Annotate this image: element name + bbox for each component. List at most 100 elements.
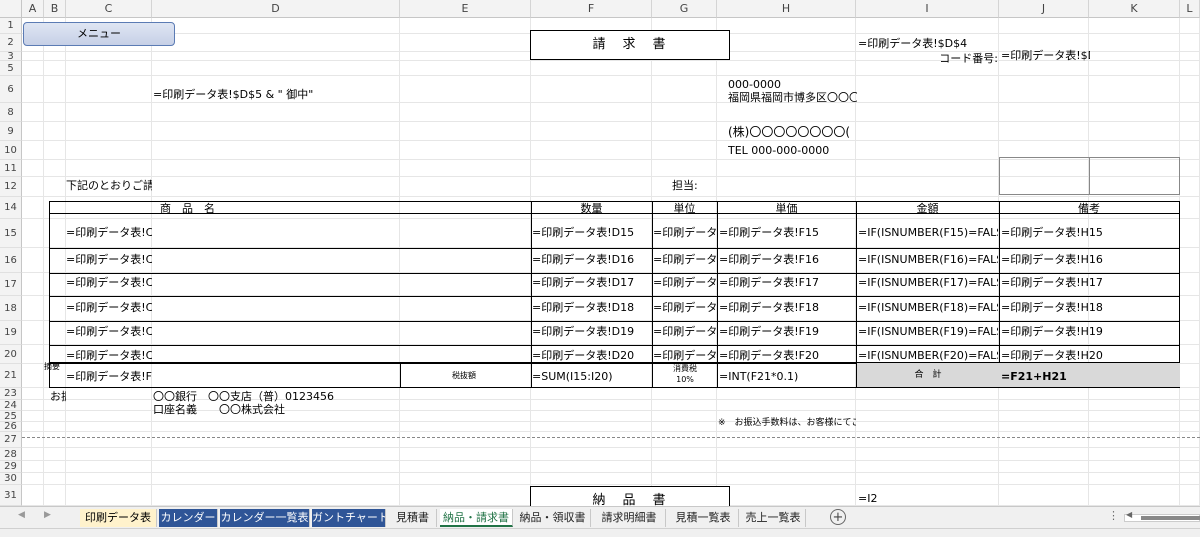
column-header-f[interactable]: F [531,0,652,18]
table-cell-f[interactable]: =印刷データ表!D19 [532,325,651,339]
table-cell-j[interactable]: =印刷データ表!H16 [1001,253,1179,267]
table-cell-j[interactable]: =印刷データ表!H20 [1001,349,1179,363]
cell-i31[interactable]: =I2 [858,492,918,506]
row-header[interactable]: 27 [0,432,22,448]
row-header[interactable]: 16 [0,248,22,273]
row-header[interactable]: 11 [0,160,22,177]
column-header-j[interactable]: J [999,0,1089,18]
table-cell-f[interactable]: =印刷データ表!D18 [532,301,651,315]
row-header[interactable]: 19 [0,321,22,345]
select-all-corner[interactable] [0,0,22,18]
cell-j3[interactable]: =印刷データ表!$D$ [1001,49,1090,63]
table-cell-i[interactable]: =IF(ISNUMBER(F18)=FALSE,"" [858,301,998,315]
table-cell-h[interactable]: =印刷データ表!F15 [719,226,855,240]
sheet-tab[interactable]: 請求明細書 [593,509,666,527]
table-cell-g[interactable]: =印刷データ表! [653,325,716,339]
row-header[interactable]: 6 [0,76,22,103]
sheet-tab[interactable]: カレンダー一覧表 [220,509,310,527]
table-cell-h[interactable]: =印刷データ表!F17 [719,276,855,290]
row-header[interactable]: 20 [0,345,22,364]
table-cell-g[interactable]: =印刷データ表! [653,349,716,363]
scrollbar-thumb[interactable] [1141,516,1200,520]
horizontal-scrollbar[interactable] [1124,514,1200,522]
sheet-tab[interactable]: カレンダー [159,509,218,527]
row-header[interactable]: 14 [0,197,22,219]
table-cell-i[interactable]: =IF(ISNUMBER(F19)=FALSE,"" [858,325,998,339]
table-cell-c[interactable]: =印刷データ表!C18 [66,301,152,315]
row-header[interactable]: 10 [0,141,22,160]
row-header[interactable]: 29 [0,461,22,473]
table-cell-j[interactable]: =印刷データ表!H18 [1001,301,1179,315]
table-cell-f[interactable]: =印刷データ表!D15 [532,226,651,240]
grand-total-formula[interactable]: =F21+H21 [1001,370,1179,384]
table-cell-i[interactable]: =IF(ISNUMBER(F15)=FALSE,"" [858,226,998,240]
sheet-tab[interactable]: 納品・領収書 [515,509,591,527]
column-header-b[interactable]: B [44,0,66,18]
table-cell-f[interactable]: =印刷データ表!D17 [532,276,651,290]
cell-i2[interactable]: =印刷データ表!$D$4 [858,37,998,51]
cell-c21[interactable]: =印刷データ表!F5 [66,370,152,384]
column-header-d[interactable]: D [152,0,400,18]
row-header[interactable]: 5 [0,61,22,76]
column-header-i[interactable]: I [856,0,999,18]
scroll-left-icon[interactable]: ◀ [1126,510,1132,519]
table-cell-c[interactable]: =印刷データ表!C16 [66,253,152,267]
column-header-c[interactable]: C [66,0,152,18]
row-header[interactable]: 2 [0,34,22,52]
table-cell-h[interactable]: =印刷データ表!F19 [719,325,855,339]
table-cell-c[interactable]: =印刷データ表!C15 [66,226,152,240]
row-header[interactable]: 31 [0,485,22,506]
row-header[interactable]: 28 [0,448,22,461]
table-cell-g[interactable]: =印刷データ表! [653,253,716,267]
row-header[interactable]: 12 [0,177,22,197]
menu-button[interactable]: メニュー [23,22,175,46]
row-header[interactable]: 15 [0,219,22,248]
sheet-tab[interactable]: 印刷データ表 [80,509,157,527]
table-cell-j[interactable]: =印刷データ表!H15 [1001,226,1179,240]
column-header-l[interactable]: L [1180,0,1200,18]
more-options-icon[interactable]: ⋮ [1108,509,1119,522]
sheet-tab[interactable]: 見積一覧表 [668,509,739,527]
table-cell-j[interactable]: =印刷データ表!H19 [1001,325,1179,339]
column-header-a[interactable]: A [22,0,44,18]
table-cell-f[interactable]: =印刷データ表!D20 [532,349,651,363]
row-header[interactable]: 8 [0,103,22,122]
customer-name-formula[interactable]: =印刷データ表!$D$5 & " 御中" [153,88,453,102]
sheet-tab[interactable]: ガントチャート [312,509,386,527]
table-cell-g[interactable]: =印刷データ表! [653,301,716,315]
table-cell-i[interactable]: =IF(ISNUMBER(F16)=FALSE,"" [858,253,998,267]
row-header[interactable]: 24 [0,400,22,411]
row-header[interactable]: 25 [0,411,22,422]
row-header[interactable]: 9 [0,122,22,141]
column-header-k[interactable]: K [1089,0,1180,18]
row-header[interactable]: 30 [0,473,22,485]
table-cell-g[interactable]: =印刷データ表! [653,276,716,290]
add-sheet-button[interactable]: + [830,509,846,525]
row-header[interactable]: 23 [0,388,22,400]
sheet-tab[interactable]: 納品・請求書 [440,509,513,527]
table-cell-c[interactable]: =印刷データ表!C19 [66,325,152,339]
table-cell-i[interactable]: =IF(ISNUMBER(F20)=FALSE,"" [858,349,998,363]
column-header-e[interactable]: E [400,0,531,18]
row-header[interactable]: 26 [0,422,22,432]
sheet-tab[interactable]: 売上一覧表 [741,509,806,527]
table-cell-j[interactable]: =印刷データ表!H17 [1001,276,1179,290]
cell-h21[interactable]: =INT(F21*0.1) [719,370,855,384]
table-cell-h[interactable]: =印刷データ表!F18 [719,301,855,315]
table-cell-c[interactable]: =印刷データ表!C17 [66,276,152,290]
column-header-h[interactable]: H [717,0,856,18]
table-cell-f[interactable]: =印刷データ表!D16 [532,253,651,267]
table-cell-c[interactable]: =印刷データ表!C20 [66,349,152,363]
scroll-tabs-right-icon[interactable]: ▶ [44,510,51,520]
row-header[interactable]: 1 [0,18,22,34]
row-header[interactable]: 18 [0,296,22,321]
row-header[interactable]: 3 [0,52,22,61]
table-cell-h[interactable]: =印刷データ表!F20 [719,349,855,363]
row-header[interactable]: 21 [0,364,22,388]
column-header-g[interactable]: G [652,0,717,18]
table-cell-h[interactable]: =印刷データ表!F16 [719,253,855,267]
table-cell-g[interactable]: =印刷データ表! [653,226,716,240]
table-cell-i[interactable]: =IF(ISNUMBER(F17)=FALSE,"" [858,276,998,290]
row-header[interactable]: 17 [0,273,22,296]
cell-f21[interactable]: =SUM(I15:I20) [532,370,651,384]
